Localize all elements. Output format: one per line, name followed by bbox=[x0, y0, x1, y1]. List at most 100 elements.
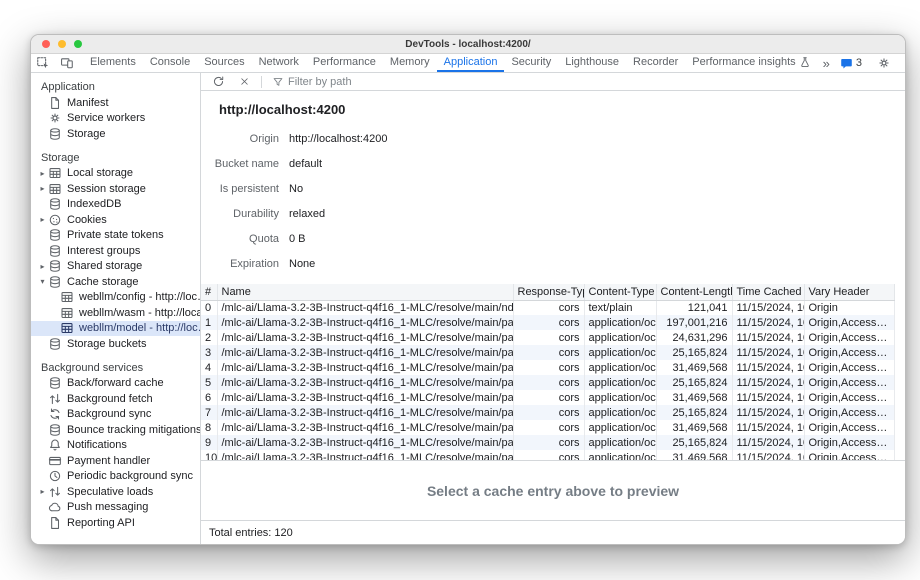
tab-performance-insights[interactable]: Performance insights bbox=[685, 54, 817, 72]
column-header-content-type[interactable]: Content-Type bbox=[584, 284, 656, 300]
table-row[interactable]: 5/mlc-ai/Llama-3.2-3B-Instruct-q4f16_1-M… bbox=[201, 375, 895, 390]
section-title: Background services bbox=[31, 360, 200, 376]
inspect-element-button[interactable] bbox=[31, 54, 55, 72]
cache-origin-title: http://localhost:4200 bbox=[201, 91, 905, 126]
cell-content-type: application/oc… bbox=[584, 330, 656, 345]
tab-recorder[interactable]: Recorder bbox=[626, 54, 685, 72]
tab-label: Performance bbox=[313, 56, 376, 68]
sidebar-item-shared-storage[interactable]: ▸Shared storage bbox=[31, 259, 200, 275]
sidebar-item-webllm-wasm-http-loca[interactable]: webllm/wasm - http://loca… bbox=[31, 305, 200, 321]
cell-response-type: cors bbox=[513, 360, 584, 375]
cell-: 0 bbox=[201, 300, 217, 315]
sidebar-item-cache-storage[interactable]: ▾Cache storage bbox=[31, 274, 200, 290]
device-toolbar-button[interactable] bbox=[55, 54, 79, 72]
settings-button[interactable] bbox=[872, 56, 896, 70]
sidebar-section-storage: Storage▸Local storage▸Session storageInd… bbox=[31, 150, 200, 352]
database-icon bbox=[48, 337, 62, 351]
devices-icon bbox=[60, 56, 74, 70]
table-row[interactable]: 3/mlc-ai/Llama-3.2-3B-Instruct-q4f16_1-M… bbox=[201, 345, 895, 360]
sidebar-item-interest-groups[interactable]: Interest groups bbox=[31, 243, 200, 259]
tab-label: Memory bbox=[390, 56, 430, 68]
sidebar-item-indexeddb[interactable]: IndexedDB bbox=[31, 197, 200, 213]
sidebar-item-label: Storage bbox=[67, 128, 200, 140]
sidebar-item-background-sync[interactable]: Background sync bbox=[31, 407, 200, 423]
sidebar-item-webllm-model-http-loc[interactable]: webllm/model - http://loc… bbox=[31, 321, 200, 337]
sidebar-item-payment-handler[interactable]: Payment handler bbox=[31, 453, 200, 469]
sidebar-item-storage-buckets[interactable]: Storage buckets bbox=[31, 336, 200, 352]
chevron-right-icon[interactable]: ▸ bbox=[37, 184, 48, 193]
main-menu-button[interactable] bbox=[896, 56, 906, 70]
column-header-content-length[interactable]: Content-Length bbox=[656, 284, 732, 300]
sidebar-item-cookies[interactable]: ▸Cookies bbox=[31, 212, 200, 228]
tab-sources[interactable]: Sources bbox=[197, 54, 251, 72]
table-row[interactable]: 10/mlc-ai/Llama-3.2-3B-Instruct-q4f16_1-… bbox=[201, 450, 895, 460]
cell-content-length: 24,631,296 bbox=[656, 330, 732, 345]
card-icon bbox=[48, 454, 62, 468]
sidebar-item-back-forward-cache[interactable]: Back/forward cache bbox=[31, 376, 200, 392]
arrows-updown-icon bbox=[48, 485, 62, 499]
sidebar-item-notifications[interactable]: Notifications bbox=[31, 438, 200, 454]
sidebar-item-background-fetch[interactable]: Background fetch bbox=[31, 391, 200, 407]
column-header-time-cached[interactable]: Time Cached bbox=[732, 284, 804, 300]
tab-performance[interactable]: Performance bbox=[306, 54, 383, 72]
table-row[interactable]: 6/mlc-ai/Llama-3.2-3B-Instruct-q4f16_1-M… bbox=[201, 390, 895, 405]
sidebar-item-periodic-background-sync[interactable]: Periodic background sync bbox=[31, 469, 200, 485]
cell-vary-header: Origin,Access… bbox=[804, 405, 895, 420]
flask-icon bbox=[799, 56, 811, 68]
sidebar-item-push-messaging[interactable]: Push messaging bbox=[31, 500, 200, 516]
sidebar-item-session-storage[interactable]: ▸Session storage bbox=[31, 181, 200, 197]
sidebar-item-storage[interactable]: Storage bbox=[31, 126, 200, 142]
table-row[interactable]: 8/mlc-ai/Llama-3.2-3B-Instruct-q4f16_1-M… bbox=[201, 420, 895, 435]
refresh-button[interactable] bbox=[207, 75, 230, 88]
tab-lighthouse[interactable]: Lighthouse bbox=[558, 54, 626, 72]
chevron-right-icon[interactable]: ▸ bbox=[37, 262, 48, 271]
chevron-right-icon[interactable]: ▸ bbox=[37, 487, 48, 496]
sidebar-item-local-storage[interactable]: ▸Local storage bbox=[31, 166, 200, 182]
sidebar-item-manifest[interactable]: Manifest bbox=[31, 95, 200, 111]
column-header-response-type[interactable]: Response-Type bbox=[513, 284, 584, 300]
tab-network[interactable]: Network bbox=[252, 54, 306, 72]
chevron-down-icon[interactable]: ▾ bbox=[37, 277, 48, 286]
column-header-name[interactable]: Name bbox=[217, 284, 513, 300]
chevron-right-icon[interactable]: ▸ bbox=[37, 215, 48, 224]
cell-content-type: application/oc… bbox=[584, 435, 656, 450]
sidebar-item-bounce-tracking-mitigations[interactable]: Bounce tracking mitigations bbox=[31, 422, 200, 438]
tab-console[interactable]: Console bbox=[143, 54, 197, 72]
sidebar-item-private-state-tokens[interactable]: Private state tokens bbox=[31, 228, 200, 244]
table-row[interactable]: 2/mlc-ai/Llama-3.2-3B-Instruct-q4f16_1-M… bbox=[201, 330, 895, 345]
cell-name: /mlc-ai/Llama-3.2-3B-Instruct-q4f16_1-ML… bbox=[217, 450, 513, 460]
sidebar-item-label: Bounce tracking mitigations bbox=[67, 424, 200, 436]
table-row[interactable]: 7/mlc-ai/Llama-3.2-3B-Instruct-q4f16_1-M… bbox=[201, 405, 895, 420]
detail-label: Origin bbox=[201, 133, 279, 145]
chevron-right-icon[interactable]: ▸ bbox=[37, 169, 48, 178]
detail-value: http://localhost:4200 bbox=[289, 133, 387, 145]
detail-value: No bbox=[289, 183, 303, 195]
issues-counter[interactable]: 3 bbox=[835, 57, 867, 70]
document-icon bbox=[48, 96, 62, 110]
sidebar-item-speculative-loads[interactable]: ▸Speculative loads bbox=[31, 484, 200, 500]
sidebar-item-label: Back/forward cache bbox=[67, 377, 200, 389]
tab-elements[interactable]: Elements bbox=[83, 54, 143, 72]
cell-content-type: application/oc… bbox=[584, 405, 656, 420]
more-tabs-button[interactable]: » bbox=[818, 56, 835, 71]
column-header-vary-header[interactable]: Vary Header bbox=[804, 284, 895, 300]
table-row[interactable]: 9/mlc-ai/Llama-3.2-3B-Instruct-q4f16_1-M… bbox=[201, 435, 895, 450]
table-row[interactable]: 1/mlc-ai/Llama-3.2-3B-Instruct-q4f16_1-M… bbox=[201, 315, 895, 330]
cache-scroll-area[interactable]: http://localhost:4200 Origin http://local… bbox=[201, 91, 905, 460]
sidebar-item-webllm-config-http-loc[interactable]: webllm/config - http://loc… bbox=[31, 290, 200, 306]
delete-selected-button[interactable] bbox=[234, 76, 255, 87]
table-row[interactable]: 4/mlc-ai/Llama-3.2-3B-Instruct-q4f16_1-M… bbox=[201, 360, 895, 375]
cell-vary-header: Origin,Access… bbox=[804, 330, 895, 345]
grid-icon bbox=[60, 321, 74, 335]
table-row[interactable]: 0/mlc-ai/Llama-3.2-3B-Instruct-q4f16_1-M… bbox=[201, 300, 895, 315]
column-header-[interactable]: # bbox=[201, 284, 217, 300]
sidebar-item-label: Interest groups bbox=[67, 245, 200, 257]
tab-memory[interactable]: Memory bbox=[383, 54, 437, 72]
tab-application[interactable]: Application bbox=[437, 54, 505, 72]
tab-security[interactable]: Security bbox=[504, 54, 558, 72]
cell-name: /mlc-ai/Llama-3.2-3B-Instruct-q4f16_1-ML… bbox=[217, 435, 513, 450]
total-entries-text: Total entries: 120 bbox=[209, 527, 293, 539]
sidebar-item-reporting-api[interactable]: Reporting API bbox=[31, 515, 200, 531]
filter-input[interactable]: Filter by path bbox=[268, 76, 356, 88]
sidebar-item-service-workers[interactable]: Service workers bbox=[31, 111, 200, 127]
